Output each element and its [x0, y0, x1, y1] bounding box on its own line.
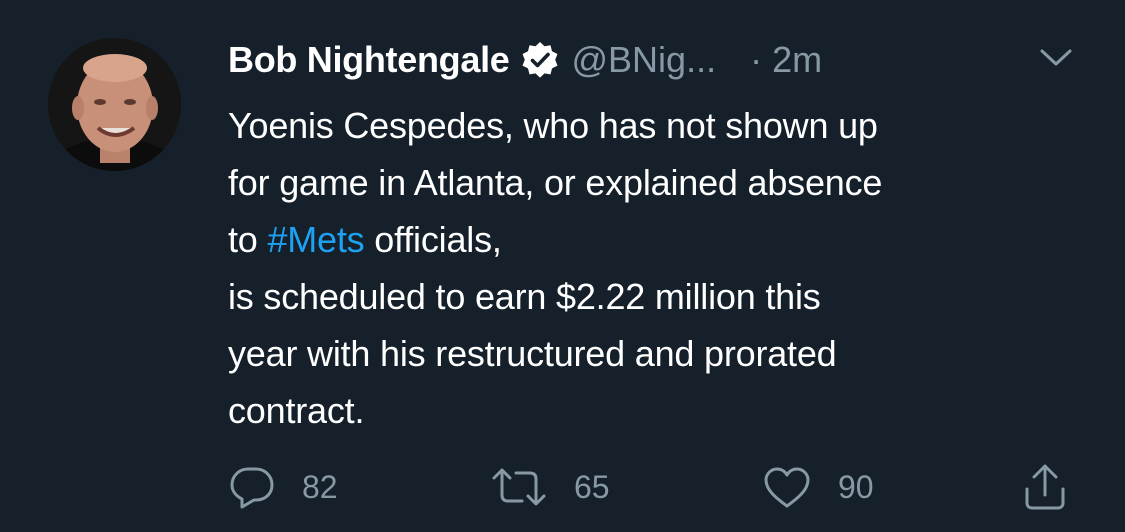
chevron-down-icon[interactable] — [1038, 44, 1074, 70]
reply-count: 82 — [302, 468, 338, 505]
action-bar: 82 65 90 — [0, 462, 1125, 512]
share-button[interactable] — [1022, 462, 1068, 512]
avatar[interactable] — [48, 38, 181, 171]
retweet-button[interactable]: 65 — [490, 462, 610, 512]
reply-icon — [230, 467, 274, 509]
separator-dot: · — [750, 39, 763, 80]
tweet-text-line: is scheduled to earn $2.22 million this — [228, 276, 821, 317]
avatar-photo — [48, 38, 181, 171]
tweet-text-line: Yoenis Cespedes, who has not shown up — [228, 105, 878, 146]
like-count: 90 — [838, 468, 874, 505]
heart-icon — [764, 467, 810, 508]
tweet-header: Bob Nightengale @BNig... · 2m — [228, 30, 1088, 90]
handle[interactable]: @BNig... — [572, 39, 717, 81]
timestamp[interactable]: 2m — [772, 39, 822, 81]
tweet-text-line: to #Mets officials, — [228, 211, 1098, 268]
reply-button[interactable]: 82 — [228, 462, 338, 512]
tweet-text-line: for game in Atlanta, or explained absenc… — [228, 162, 883, 203]
retweet-count: 65 — [574, 468, 610, 505]
tweet-text-fragment: to — [228, 219, 268, 260]
tweet-text: Yoenis Cespedes, who has not shown up fo… — [228, 97, 1098, 439]
display-name[interactable]: Bob Nightengale — [228, 39, 510, 81]
verified-badge-icon — [520, 40, 560, 80]
like-button[interactable]: 90 — [762, 462, 874, 512]
retweet-icon — [492, 468, 546, 506]
tweet-text-fragment: officials, — [364, 219, 502, 260]
tweet-text-line: contract. — [228, 390, 365, 431]
share-icon — [1025, 464, 1065, 510]
hashtag-link[interactable]: #Mets — [267, 219, 364, 260]
tweet-text-line: year with his restructured and prorated — [228, 333, 837, 374]
